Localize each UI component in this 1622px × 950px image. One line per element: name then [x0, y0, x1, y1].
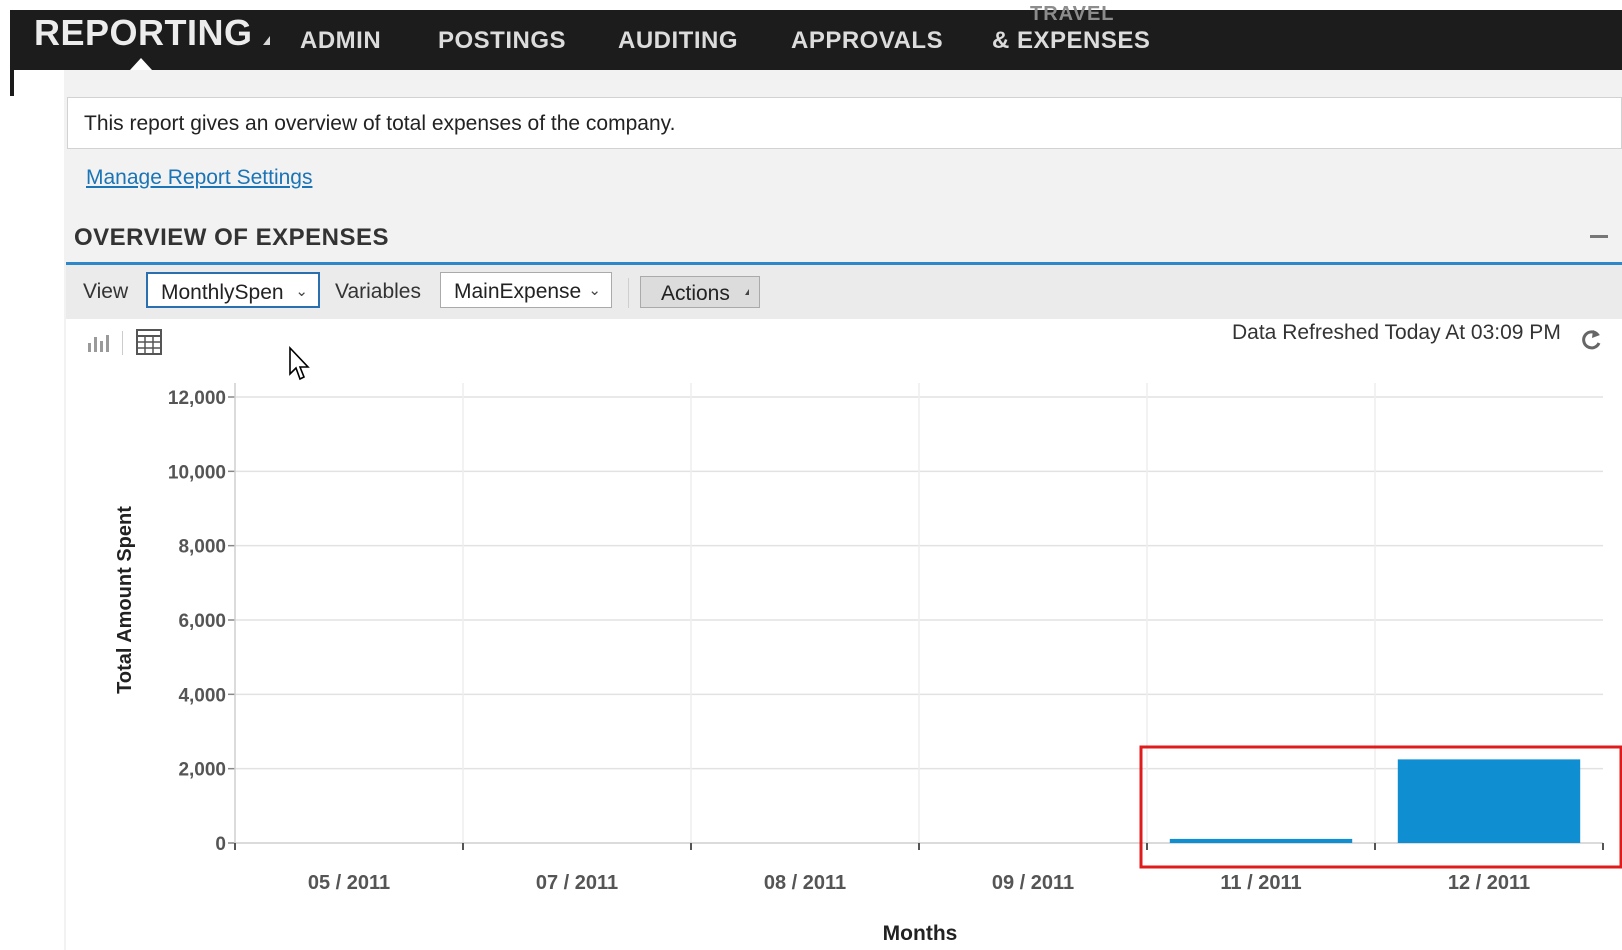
y-tick-label: 2,000	[178, 760, 226, 781]
y-tick-label: 4,000	[178, 685, 226, 706]
bar-12-2011	[1397, 759, 1581, 843]
y-tick-label: 12,000	[168, 388, 226, 409]
x-axis-title: Months	[883, 922, 958, 945]
y-tick-label: 8,000	[178, 537, 226, 558]
y-tick-label: 10,000	[168, 462, 226, 483]
x-tick-label: 07 / 2011	[536, 872, 618, 894]
x-tick-label: 12 / 2011	[1448, 872, 1530, 894]
mouse-cursor-icon	[289, 346, 310, 381]
y-axis-title: Total Amount Spent	[114, 506, 136, 694]
x-tick-label: 05 / 2011	[308, 872, 390, 894]
expenses-bar-chart: 0 2,000 4,000 6,000 8,000 10,000 12,000 05 / 20…	[114, 383, 1622, 945]
x-tick-label: 08 / 2011	[764, 872, 846, 894]
y-tick-label: 0	[215, 834, 226, 855]
x-tick-label: 09 / 2011	[992, 872, 1074, 894]
bar-11-2011	[1169, 838, 1353, 843]
y-tick-label: 6,000	[178, 611, 226, 632]
x-tick-label: 11 / 2011	[1220, 872, 1301, 894]
